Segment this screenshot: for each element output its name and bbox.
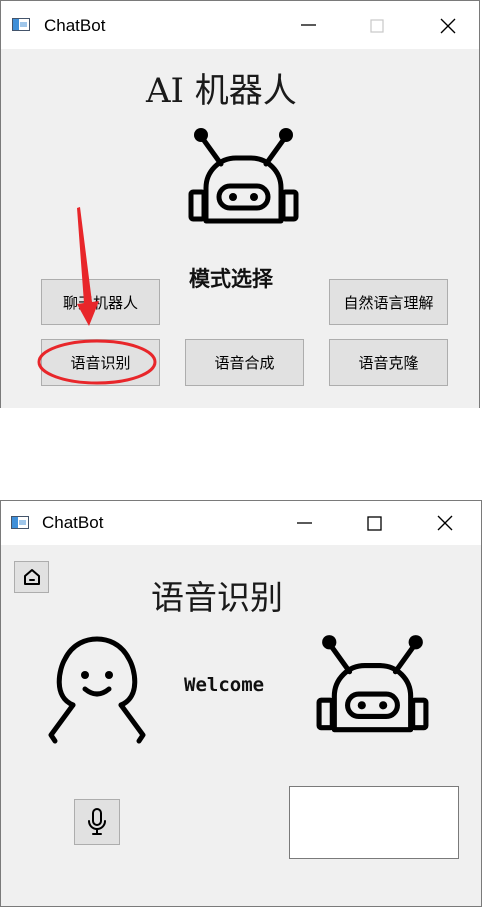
minimize-button[interactable] bbox=[285, 508, 325, 538]
title-bar[interactable]: ChatBot bbox=[1, 501, 481, 545]
recognition-output-box[interactable] bbox=[289, 786, 459, 859]
page-title: 语音识别 bbox=[151, 578, 283, 617]
speech-recognition-window: ChatBot 语音识别 Welcome bbox=[0, 500, 482, 907]
home-icon bbox=[23, 569, 40, 585]
maximize-button[interactable] bbox=[355, 508, 395, 538]
red-ellipse bbox=[37, 339, 157, 385]
app-icon bbox=[11, 516, 29, 529]
microphone-icon bbox=[88, 808, 106, 835]
home-button[interactable] bbox=[14, 561, 49, 593]
red-arrow bbox=[77, 207, 99, 326]
robot-icon bbox=[316, 635, 429, 733]
record-button[interactable] bbox=[74, 799, 120, 845]
user-icon bbox=[48, 636, 146, 744]
window-title: ChatBot bbox=[42, 513, 104, 532]
annotation-overlay bbox=[37, 207, 157, 385]
welcome-text: Welcome bbox=[184, 674, 265, 696]
close-button[interactable] bbox=[426, 508, 466, 538]
